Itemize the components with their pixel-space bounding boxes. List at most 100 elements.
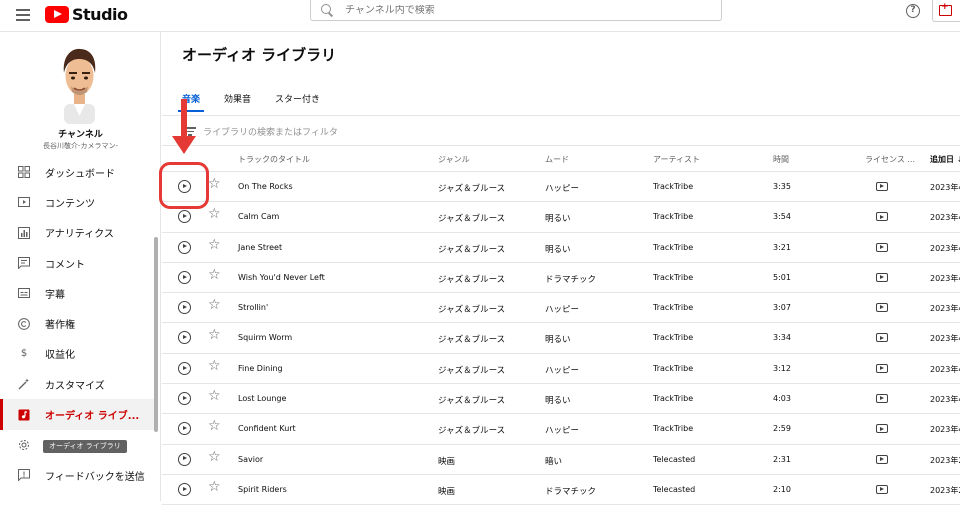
sidebar-item-label: 収益化	[45, 350, 75, 362]
license-icon[interactable]	[876, 394, 888, 404]
play-icon[interactable]	[178, 361, 191, 375]
track-title: On The Rocks	[238, 182, 293, 191]
star-icon[interactable]: ☆	[208, 177, 221, 191]
play-icon[interactable]	[178, 210, 191, 224]
column-time[interactable]: 時間	[773, 154, 789, 165]
sidebar-item-monetization[interactable]: $ 収益化	[0, 339, 155, 369]
table-row[interactable]: ☆ Strollin' ジャズ＆ブルース ハッピー TrackTribe 3:07 2023…	[162, 293, 960, 324]
filter-bar[interactable]: ライブラリの検索またはフィルタ	[162, 116, 960, 146]
license-icon[interactable]	[876, 272, 888, 282]
play-icon[interactable]	[178, 452, 191, 466]
license-icon[interactable]	[876, 303, 888, 313]
column-genre[interactable]: ジャンル	[438, 154, 470, 165]
sidebar-item-comments[interactable]: コメント	[0, 248, 155, 278]
monetization-icon: $	[20, 348, 28, 360]
table-row[interactable]: ☆ Squirm Worm ジャズ＆ブルース 明るい TrackTribe 3:34 202…	[162, 323, 960, 354]
license-icon[interactable]	[876, 424, 888, 434]
license-icon[interactable]	[876, 333, 888, 343]
star-icon[interactable]: ☆	[208, 207, 221, 221]
channel-avatar[interactable]	[56, 46, 103, 124]
star-icon[interactable]: ☆	[208, 419, 221, 433]
star-icon[interactable]: ☆	[208, 298, 221, 312]
sidebar-item-content[interactable]: コンテンツ	[0, 187, 155, 217]
play-icon[interactable]	[178, 240, 191, 254]
search-box[interactable]	[310, 0, 722, 21]
play-icon[interactable]	[178, 422, 191, 436]
track-title: Spirit Riders	[238, 484, 287, 494]
track-added-date: 2023年4	[930, 334, 960, 344]
column-added[interactable]: 追加日 ↓	[930, 154, 960, 165]
license-icon[interactable]	[876, 484, 888, 494]
star-icon[interactable]: ☆	[208, 328, 221, 342]
table-row[interactable]: ☆ Fine Dining ジャズ＆ブルース ハッピー TrackTribe 3:12 20…	[162, 354, 960, 385]
license-icon[interactable]	[876, 182, 888, 191]
play-icon[interactable]	[178, 331, 191, 345]
star-icon[interactable]: ☆	[208, 238, 221, 252]
track-title: Lost Lounge	[238, 394, 287, 404]
table-row[interactable]: ☆ Lost Lounge ジャズ＆ブルース 明るい TrackTribe 4:03 202…	[162, 384, 960, 415]
menu-icon[interactable]	[16, 9, 30, 21]
tab-sound-effects[interactable]: 効果音	[224, 92, 251, 111]
sidebar-item-dashboard[interactable]: ダッシュボード	[0, 157, 155, 187]
track-mood: ドラマチック	[545, 486, 597, 497]
sidebar-item-label: 字幕	[45, 289, 65, 301]
table-row[interactable]: ☆ Confident Kurt ジャズ＆ブルース ハッピー TrackTribe 2:5…	[162, 414, 960, 445]
play-icon[interactable]	[178, 482, 191, 496]
sidebar-scrollbar[interactable]	[154, 237, 158, 432]
column-title[interactable]: トラックのタイトル	[238, 154, 310, 165]
table-row[interactable]: ☆ On The Rocks ジャズ＆ブルース ハッピー TrackTribe 3:35 2…	[162, 172, 960, 203]
channel-name: チャンネル	[58, 130, 103, 140]
track-duration: 2:10	[773, 484, 791, 494]
track-title: Strollin'	[238, 303, 269, 313]
track-artist: TrackTribe	[653, 394, 694, 404]
track-genre: ジャズ＆ブルース	[438, 396, 506, 407]
table-row[interactable]: ☆ Jane Street ジャズ＆ブルース 明るい TrackTribe 3:21 202…	[162, 233, 960, 263]
table-row[interactable]: ☆ Savior 映画 暗い Telecasted 2:31 2023年2	[162, 445, 960, 475]
track-duration: 2:31	[773, 454, 791, 464]
customize-icon	[18, 378, 30, 390]
filter-input[interactable]: ライブラリの検索またはフィルタ	[203, 125, 338, 138]
sidebar-item-analytics[interactable]: アナリティクス	[0, 218, 155, 248]
track-artist: Telecasted	[653, 484, 696, 494]
settings-icon	[18, 439, 30, 451]
star-icon[interactable]: ☆	[208, 359, 221, 373]
sidebar-item-subtitles[interactable]: 字幕	[0, 278, 155, 308]
column-artist[interactable]: アーティスト	[653, 154, 700, 165]
license-icon[interactable]	[876, 242, 888, 252]
table-row[interactable]: ☆ Spirit Riders 映画 ドラマチック Telecasted 2:10 2023…	[162, 475, 960, 505]
license-icon[interactable]	[876, 454, 888, 464]
sidebar-item-feedback[interactable]: フィードバックを送信	[0, 460, 155, 490]
column-license[interactable]: ライセンス ...	[865, 154, 915, 165]
track-genre: ジャズ＆ブルース	[438, 365, 506, 376]
track-duration: 4:03	[773, 394, 791, 404]
column-mood[interactable]: ムード	[545, 154, 569, 165]
help-icon[interactable]: ?	[906, 4, 920, 18]
license-icon[interactable]	[876, 363, 888, 373]
play-icon[interactable]	[178, 301, 191, 315]
star-icon[interactable]: ☆	[208, 268, 221, 282]
sidebar-item-label: ダッシュボード	[45, 168, 115, 180]
track-mood: 明るい	[545, 396, 571, 407]
track-genre: ジャズ＆ブルース	[438, 305, 506, 316]
annotation-arrow-head	[172, 136, 196, 154]
star-icon[interactable]: ☆	[208, 389, 221, 403]
tab-starred[interactable]: スター付き	[275, 92, 320, 111]
track-mood: ドラマチック	[545, 274, 597, 285]
track-mood: 暗い	[545, 456, 563, 467]
annotation-arrow	[181, 99, 187, 141]
create-button[interactable]	[932, 0, 960, 22]
table-row[interactable]: ☆ Calm Cam ジャズ＆ブルース 明るい TrackTribe 3:54 2023年4	[162, 202, 960, 233]
play-icon[interactable]	[178, 392, 191, 406]
sidebar-item-audio-library[interactable]: オーディオ ライブ...	[0, 399, 155, 430]
star-icon[interactable]: ☆	[208, 450, 221, 464]
sidebar-item-copyright[interactable]: 著作権	[0, 308, 155, 338]
table-row[interactable]: ☆ Wish You'd Never Left ジャズ＆ブルース ドラマチック Trac…	[162, 263, 960, 294]
star-icon[interactable]: ☆	[208, 480, 221, 494]
sidebar-item-customize[interactable]: カスタマイズ	[0, 369, 155, 399]
track-genre: ジャズ＆ブルース	[438, 335, 506, 346]
track-artist: TrackTribe	[653, 424, 694, 434]
license-icon[interactable]	[876, 212, 888, 222]
play-icon[interactable]	[178, 270, 191, 284]
studio-logo[interactable]: Studio	[45, 5, 128, 24]
search-input[interactable]	[345, 4, 645, 16]
